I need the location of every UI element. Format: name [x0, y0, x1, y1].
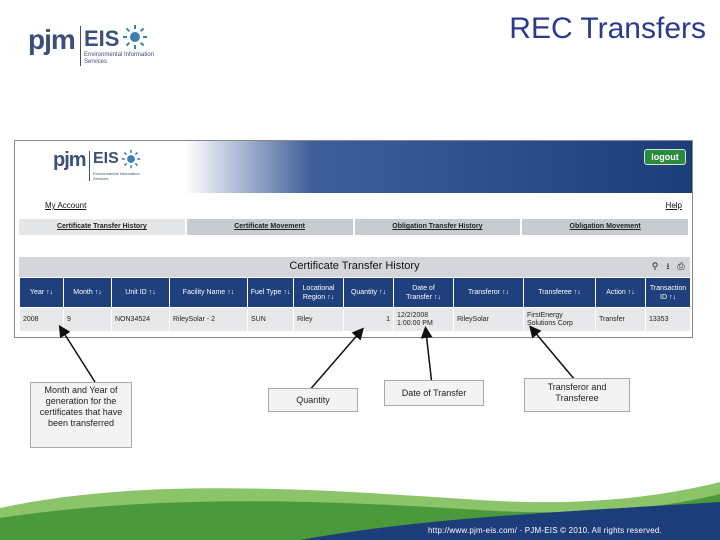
sort-icon[interactable]: ↑↓	[327, 294, 334, 301]
app-logo-pjm: pjm	[53, 149, 87, 171]
sort-icon[interactable]: ↑↓	[669, 294, 676, 301]
logo-separator	[80, 26, 81, 66]
logout-button[interactable]: logout	[644, 149, 686, 165]
cell-year: 2008	[19, 307, 64, 332]
app-screenshot: pjm EIS Environmental Information Servic…	[14, 140, 693, 338]
tab-obligation-movement[interactable]: Obligation Movement	[522, 219, 690, 235]
sort-icon[interactable]: ↑↓	[434, 294, 441, 301]
cell-month: 9	[63, 307, 112, 332]
app-banner: pjm EIS Environmental Information Servic…	[15, 141, 692, 193]
cell-fuel-type: SUN	[247, 307, 294, 332]
app-logo-subtitle: Environmental Information Services	[93, 171, 140, 181]
search-icon[interactable]: ⚲	[650, 261, 660, 271]
sort-icon[interactable]: ↑↓	[149, 289, 156, 296]
table-header-row: Year ↑↓ Month ↑↓ Unit ID ↑↓ Facility Name ↑↓…	[19, 277, 691, 308]
tab-certificate-movement[interactable]: Certificate Movement	[186, 219, 355, 235]
arrow-quantity	[307, 327, 364, 393]
column-header[interactable]: Date of Transfer ↑↓	[393, 277, 454, 308]
callout-date: Date of Transfer	[384, 380, 484, 406]
callout-quantity: Quantity	[268, 388, 358, 412]
cell-transaction-id: 13353	[645, 307, 691, 332]
cell-locational-region: Riley	[293, 307, 344, 332]
tab-certificate-transfer-history[interactable]: Certificate Transfer History	[19, 219, 187, 235]
sort-icon[interactable]: ↑↓	[502, 289, 509, 296]
transfer-history-table: Year ↑↓ Month ↑↓ Unit ID ↑↓ Facility Name ↑↓…	[19, 277, 691, 332]
print-icon[interactable]: ⎙	[676, 261, 686, 271]
callout-month-year: Month and Year of generation for the cer…	[30, 382, 132, 448]
sort-icon[interactable]: ↑↓	[574, 289, 581, 296]
sort-icon[interactable]: ↑↓	[95, 289, 102, 296]
sort-icon[interactable]: ↑↓	[283, 289, 290, 296]
slide-title: REC Transfers	[509, 12, 706, 45]
logo-eis-text: EIS	[84, 26, 120, 51]
column-header[interactable]: Action ↑↓	[595, 277, 646, 308]
table-tools: ⚲ ⭳ ⎙	[650, 261, 686, 271]
footer-copyright: http://www.pjm-eis.com/ · PJM-EIS © 2010…	[428, 526, 662, 535]
download-icon[interactable]: ⭳	[663, 261, 673, 271]
column-header[interactable]: Transferee ↑↓	[523, 277, 596, 308]
sort-icon[interactable]: ↑↓	[628, 289, 635, 296]
column-header[interactable]: Transaction ID ↑↓	[645, 277, 691, 308]
column-header[interactable]: Unit ID ↑↓	[111, 277, 170, 308]
arrow-date	[420, 326, 433, 386]
logo-subtitle: Environmental Information Services	[84, 52, 155, 65]
slide-logo: pjm EIS Environmental Information Servic…	[28, 22, 168, 72]
column-header[interactable]: Locational Region ↑↓	[293, 277, 344, 308]
table-title: Certificate Transfer History	[289, 260, 420, 272]
tab-obligation-transfer-history[interactable]: Obligation Transfer History	[354, 219, 523, 235]
column-header[interactable]: Facility Name ↑↓	[169, 277, 248, 308]
app-logo: pjm EIS Environmental Information Servic…	[53, 149, 163, 189]
tab-bar: Certificate Transfer History Certificate…	[19, 219, 690, 235]
my-account-link[interactable]: My Account	[45, 201, 86, 210]
logo-pjm-text: pjm	[28, 24, 76, 55]
column-header[interactable]: Month ↑↓	[63, 277, 112, 308]
column-header[interactable]: Year ↑↓	[19, 277, 64, 308]
account-row: My Account Help	[15, 199, 692, 213]
sun-logo-icon	[123, 25, 147, 49]
app-logo-separator	[89, 151, 90, 181]
app-logo-eis: EIS	[93, 150, 119, 167]
column-header[interactable]: Transferor ↑↓	[453, 277, 524, 308]
cell-action: Transfer	[595, 307, 646, 332]
help-link[interactable]: Help	[666, 201, 682, 210]
banner-gradient	[185, 141, 692, 193]
cell-transferor: RileySolar	[453, 307, 524, 332]
table-title-bar: Certificate Transfer History ⚲ ⭳ ⎙	[19, 257, 690, 277]
sort-icon[interactable]: ↑↓	[227, 289, 234, 296]
cell-unit-id: NON34524	[111, 307, 170, 332]
column-header[interactable]: Quantity ↑↓	[343, 277, 394, 308]
sort-icon[interactable]: ↑↓	[379, 289, 386, 296]
column-header[interactable]: Fuel Type ↑↓	[247, 277, 294, 308]
cell-date-of-transfer: 12/2/2008 1:00:00 PM	[393, 307, 454, 332]
table-row[interactable]: 2008 9 NON34524 RileySolar - 2 SUN Riley…	[19, 307, 691, 332]
callout-transferor-transferee: Transferor and Transferee	[524, 378, 630, 412]
cell-transferee: FirstEnergy Solutions Corp	[523, 307, 596, 332]
sort-icon[interactable]: ↑↓	[46, 289, 53, 296]
app-sun-logo-icon	[121, 149, 141, 169]
cell-quantity: 1	[343, 307, 394, 332]
cell-facility-name: RileySolar - 2	[169, 307, 248, 332]
